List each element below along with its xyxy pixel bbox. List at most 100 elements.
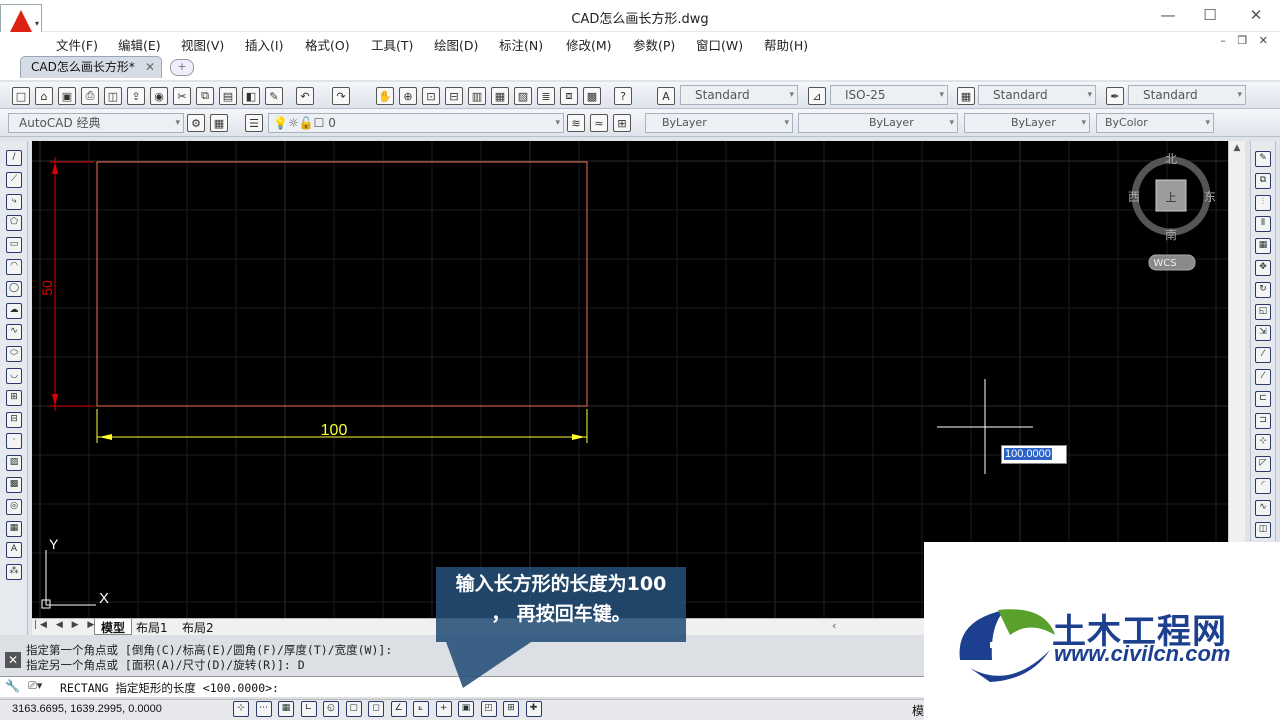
dim-style-select[interactable]: ISO-25 ▾	[830, 85, 948, 105]
layer-previous-icon[interactable]: ≋	[567, 114, 585, 132]
workspace-settings-icon[interactable]: ⚙	[187, 114, 205, 132]
break-at-point-icon[interactable]: ⊏	[1255, 390, 1271, 407]
redo-icon[interactable]: ↷	[332, 87, 350, 105]
erase-icon[interactable]: ✎	[1255, 151, 1271, 167]
scroll-up-icon[interactable]: ▲	[1229, 143, 1245, 153]
save-icon[interactable]: ▣	[58, 87, 76, 105]
block-editor-icon[interactable]: ✎	[265, 87, 283, 105]
linetype-select[interactable]: ByLayer ▾	[798, 113, 958, 133]
polyline-icon[interactable]: ⤷	[6, 193, 22, 210]
cut-icon[interactable]: ✂	[173, 87, 191, 105]
dyn-icon[interactable]: +	[435, 701, 452, 717]
table-icon[interactable]: ▦	[6, 520, 22, 537]
multiline-text-icon[interactable]: A	[6, 542, 22, 559]
zoom-previous-icon[interactable]: ⊟	[445, 87, 463, 105]
blend-curves-icon[interactable]: ∿	[1255, 499, 1271, 516]
minimize-button[interactable]: —	[1146, 4, 1190, 26]
menu-view[interactable]: 视图(V)	[181, 35, 224, 54]
menu-edit[interactable]: 编辑(E)	[118, 35, 161, 54]
layer-select[interactable]: 💡☼🔓☐ 0 ▾	[268, 113, 564, 133]
document-window-controls[interactable]: – ❐ ✕	[1220, 34, 1272, 47]
arc-icon[interactable]: ◠	[6, 259, 22, 275]
fillet-icon[interactable]: ◜	[1255, 478, 1271, 494]
qp-icon[interactable]: ⊞	[503, 701, 519, 717]
wrench-icon[interactable]: 🔧	[5, 679, 20, 693]
trim-icon[interactable]: ⁄	[1255, 347, 1271, 364]
zoom-realtime-icon[interactable]: ⊕	[399, 87, 417, 105]
sc-icon[interactable]: ✚	[525, 701, 542, 717]
break-icon[interactable]: ⊐	[1255, 412, 1271, 429]
revcloud-icon[interactable]: ☁	[6, 302, 22, 319]
join-icon[interactable]: ⊹	[1255, 434, 1271, 451]
grid-icon[interactable]: ▦	[278, 701, 294, 717]
dynamic-input-field[interactable]: 100.0000	[1001, 445, 1067, 464]
design-center-icon[interactable]: ▦	[491, 87, 509, 105]
new-icon[interactable]: □	[12, 87, 30, 105]
help-icon[interactable]: ?	[614, 87, 632, 105]
hatch-icon[interactable]: ▨	[6, 455, 22, 472]
maximize-button[interactable]: ☐	[1188, 4, 1232, 26]
match-properties-icon[interactable]: ◧	[242, 87, 260, 105]
stretch-icon[interactable]: ⇲	[1255, 325, 1271, 342]
table-style-icon[interactable]: ▦	[957, 87, 975, 105]
layer-isolate-icon[interactable]: ⊞	[613, 114, 631, 132]
multileader-style-icon[interactable]: ✒	[1106, 87, 1124, 105]
layer-properties-icon[interactable]: ☰	[245, 114, 263, 132]
menu-draw[interactable]: 绘图(D)	[434, 35, 478, 54]
sheet-set-icon[interactable]: ≣	[537, 87, 555, 105]
tab-model[interactable]: 模型	[94, 619, 133, 635]
layer-match-icon[interactable]: ≈	[590, 114, 608, 132]
add-selected-icon[interactable]: ⁂	[6, 564, 22, 581]
tab-layout2[interactable]: 布局2	[182, 619, 214, 636]
spline-icon[interactable]: ∿	[6, 324, 22, 341]
ellipse-arc-icon[interactable]: ◡	[6, 368, 22, 384]
snap-icon[interactable]: ⋯	[255, 701, 272, 717]
rectangle[interactable]	[96, 161, 588, 407]
copy-object-icon[interactable]: ⧉	[1255, 172, 1271, 189]
mirror-icon[interactable]: ⫶	[1255, 194, 1271, 211]
close-button[interactable]: ✕	[1234, 4, 1278, 26]
menu-tools[interactable]: 工具(T)	[371, 35, 413, 54]
paste-icon[interactable]: ▤	[219, 87, 237, 105]
plotstyle-select[interactable]: ByColor ▾	[1096, 113, 1214, 133]
menu-dimension[interactable]: 标注(N)	[499, 35, 543, 54]
properties-icon[interactable]: ▥	[468, 87, 486, 105]
height-dimension[interactable]	[50, 157, 94, 411]
region-icon[interactable]: ◎	[6, 498, 22, 515]
pan-icon[interactable]: ✋	[376, 87, 394, 105]
make-block-icon[interactable]: ⊟	[6, 411, 22, 428]
3dosnap-icon[interactable]: ◻	[368, 701, 384, 717]
document-tab[interactable]: CAD怎么画长方形* ✕	[20, 56, 162, 78]
move-icon[interactable]: ✥	[1255, 260, 1271, 276]
zoom-window-icon[interactable]: ⊡	[422, 87, 440, 105]
print-icon[interactable]: ⎙	[81, 87, 99, 105]
dim-style-icon[interactable]: ⊿	[808, 87, 826, 105]
rotate-icon[interactable]: ↻	[1255, 281, 1271, 298]
tool-palettes-icon[interactable]: ▧	[514, 87, 532, 105]
menu-modify[interactable]: 修改(M)	[566, 35, 612, 54]
extend-icon[interactable]: ⁄	[1255, 369, 1271, 385]
point-icon[interactable]: ·	[6, 433, 22, 450]
color-select[interactable]: ByLayer ▾	[645, 113, 793, 133]
menu-window[interactable]: 窗口(W)	[696, 35, 743, 54]
transparency-icon[interactable]: ◰	[480, 701, 497, 717]
close-tab-icon[interactable]: ✕	[145, 57, 155, 77]
copy-icon[interactable]: ⧉	[196, 87, 214, 105]
menu-insert[interactable]: 插入(I)	[245, 35, 283, 54]
menu-file[interactable]: 文件(F)	[56, 35, 98, 54]
rectangle-icon[interactable]: ▭	[6, 237, 22, 254]
polar-icon[interactable]: ◵	[323, 701, 339, 717]
open-icon[interactable]: ⌂	[35, 87, 53, 105]
lineweight-select[interactable]: ByLayer ▾	[964, 113, 1090, 133]
undo-icon[interactable]: ↶	[296, 87, 314, 105]
close-command-icon[interactable]: ✕	[5, 652, 21, 668]
array-icon[interactable]: ▦	[1255, 238, 1271, 255]
layer-tool-icon[interactable]: ▦	[210, 114, 228, 132]
new-tab-button[interactable]: +	[170, 59, 194, 76]
layout-nav-icons[interactable]: |◀ ◀ ▶ ▶|	[34, 620, 103, 630]
quickcalc-icon[interactable]: ▩	[583, 87, 601, 105]
ducs-icon[interactable]: ⟀	[413, 701, 429, 717]
text-style-select[interactable]: Standard ▾	[680, 85, 798, 105]
gradient-icon[interactable]: ▩	[6, 477, 22, 493]
preview-icon[interactable]: ◫	[104, 87, 122, 105]
